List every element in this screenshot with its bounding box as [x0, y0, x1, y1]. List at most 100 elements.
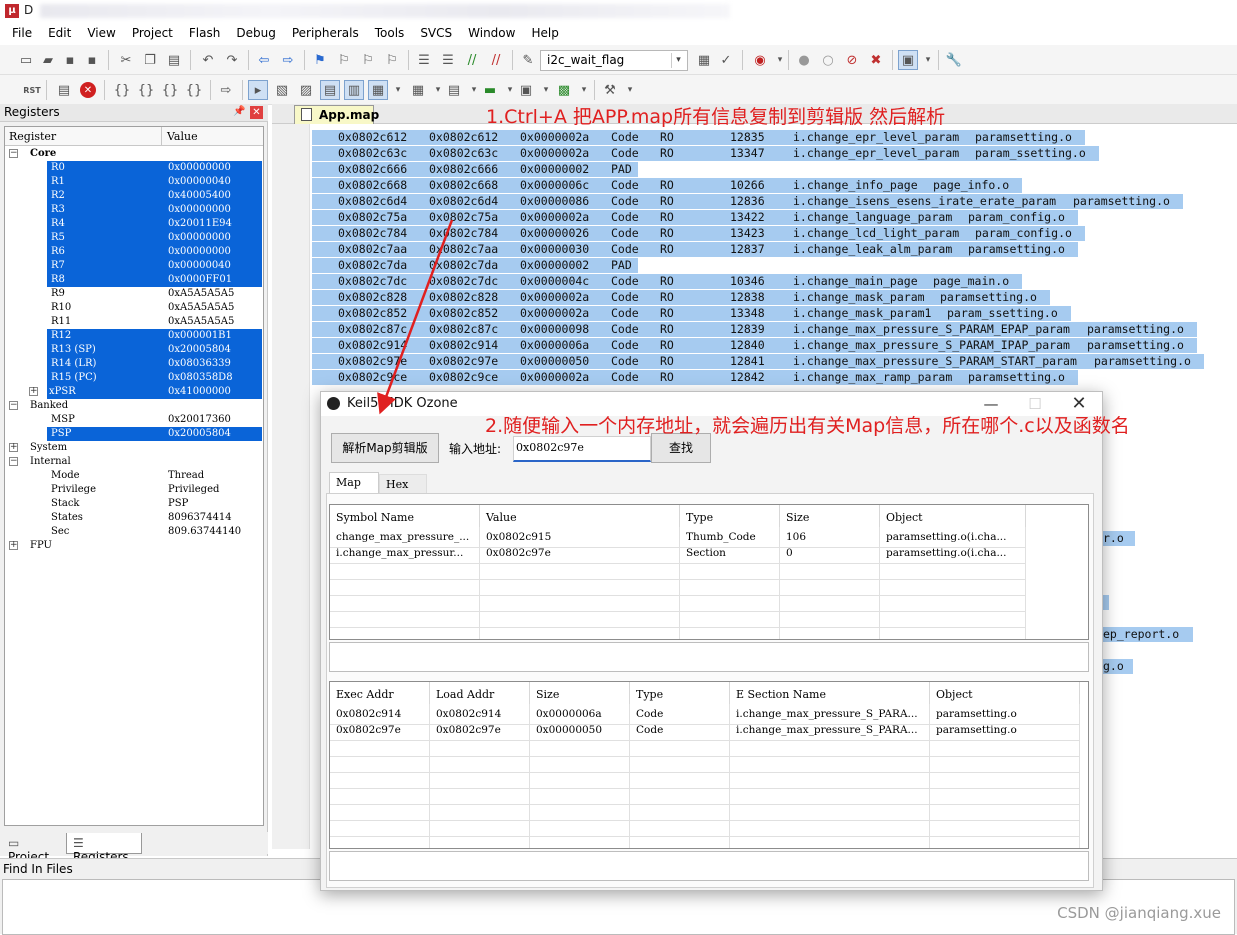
- address-input[interactable]: 0x0802c97e: [513, 436, 651, 462]
- column-header[interactable]: Symbol Name: [330, 505, 480, 527]
- column-header[interactable]: Exec Addr: [330, 682, 430, 704]
- table-cell[interactable]: change_max_pressure_...: [330, 531, 480, 547]
- table-cell[interactable]: paramsetting.o(i.cha...: [880, 531, 1026, 547]
- run-to-cursor-icon[interactable]: {}: [184, 80, 204, 100]
- redo-icon[interactable]: ↷: [222, 50, 242, 70]
- cut-icon[interactable]: ✂: [116, 50, 136, 70]
- expand-icon[interactable]: +: [29, 387, 38, 396]
- find-combo[interactable]: i2c_wait_flag ▾: [540, 50, 688, 71]
- column-header-value[interactable]: Value: [167, 130, 198, 143]
- system-viewer-icon[interactable]: ▩: [554, 80, 574, 100]
- map-line[interactable]: 0x0802c612 0x0802c612 0x0000002a Code RO 1283…: [312, 130, 1085, 145]
- register-row[interactable]: Sec 809.63744140: [5, 525, 263, 539]
- register-row[interactable]: R13 (SP) 0x20005804: [5, 343, 263, 357]
- breakpoint-disable-icon[interactable]: ⊘: [842, 50, 862, 70]
- section-table[interactable]: Exec Addr Load Addr Size Type E Section Name…: [329, 681, 1089, 853]
- pin-icon[interactable]: 📌: [233, 106, 245, 117]
- table-cell[interactable]: Thumb_Code: [680, 531, 780, 547]
- tab-hex[interactable]: Hex: [379, 474, 427, 494]
- map-line[interactable]: 0x0802c6d4 0x0802c6d4 0x00000086 Code RO 1283…: [312, 194, 1183, 209]
- command-window-icon[interactable]: ▸: [248, 80, 268, 100]
- map-line[interactable]: 0x0802c666 0x0802c666 0x00000002 PAD: [312, 162, 638, 177]
- table-cell[interactable]: Code: [630, 708, 730, 724]
- bookmark-icon[interactable]: ⚑: [310, 50, 330, 70]
- parse-map-clipboard-button[interactable]: 解析Map剪辑版: [331, 433, 439, 463]
- collapse-icon[interactable]: −: [9, 401, 18, 410]
- table-cell[interactable]: i.change_max_pressure_S_PARA...: [730, 708, 930, 724]
- register-row[interactable]: PSP 0x20005804: [5, 427, 263, 441]
- table-cell[interactable]: 0: [780, 547, 880, 563]
- table-cell[interactable]: 0x0802c915: [480, 531, 680, 547]
- stop-icon[interactable]: ✕: [80, 82, 96, 98]
- table-cell[interactable]: 0x0802c914: [330, 708, 430, 724]
- menu-item-peripherals[interactable]: Peripherals: [284, 26, 367, 40]
- serial-window-icon[interactable]: ▤: [444, 80, 464, 100]
- symbols-window-icon[interactable]: ▨: [296, 80, 316, 100]
- menu-item-view[interactable]: View: [79, 26, 123, 40]
- tab-project[interactable]: ▭ Project: [2, 833, 64, 864]
- breakpoint-enable-icon[interactable]: ○: [818, 50, 838, 70]
- window-layout-icon[interactable]: ▣: [898, 50, 918, 70]
- collapse-icon[interactable]: −: [9, 457, 18, 466]
- uncomment-icon[interactable]: //: [486, 50, 506, 70]
- memory-window-icon[interactable]: ▦: [408, 80, 428, 100]
- undo-icon[interactable]: ↶: [198, 50, 218, 70]
- table-cell[interactable]: paramsetting.o(i.cha...: [880, 547, 1026, 563]
- show-next-statement-icon[interactable]: ⇨: [216, 80, 236, 100]
- table-cell[interactable]: paramsetting.o: [930, 708, 1080, 724]
- map-line[interactable]: 0x0802c914 0x0802c914 0x0000006a Code RO 1284…: [312, 338, 1197, 353]
- table-cell[interactable]: 0x0802c914: [430, 708, 530, 724]
- column-divider[interactable]: [161, 127, 162, 146]
- register-row[interactable]: States 8096374414: [5, 511, 263, 525]
- debug-session-icon[interactable]: ◉: [750, 50, 770, 70]
- prev-bookmark-icon[interactable]: ⚐: [334, 50, 354, 70]
- menu-item-flash[interactable]: Flash: [181, 26, 228, 40]
- close-icon[interactable]: ✕: [250, 106, 263, 119]
- map-line[interactable]: 0x0802c784 0x0802c784 0x00000026 Code RO 1342…: [312, 226, 1085, 241]
- register-row[interactable]: R8 0x0000FF01: [5, 273, 263, 287]
- column-header[interactable]: Size: [780, 505, 880, 527]
- menu-item-svcs[interactable]: SVCS: [412, 26, 460, 40]
- map-line[interactable]: 0x0802c97e 0x0802c97e 0x00000050 Code RO 1284…: [312, 354, 1204, 369]
- column-header-register[interactable]: Register: [9, 130, 56, 143]
- column-header[interactable]: Type: [630, 682, 730, 704]
- register-row[interactable]: R3 0x00000000: [5, 203, 263, 217]
- register-row[interactable]: R4 0x20011E94: [5, 217, 263, 231]
- register-row[interactable]: R2 0x40005400: [5, 189, 263, 203]
- map-line[interactable]: 0x0802c75a 0x0802c75a 0x0000002a Code RO 1342…: [312, 210, 1078, 225]
- configure-icon[interactable]: 🔧: [944, 50, 964, 70]
- register-row[interactable]: R12 0x000001B1: [5, 329, 263, 343]
- column-header[interactable]: Value: [480, 505, 680, 527]
- register-row[interactable]: Mode Thread: [5, 469, 263, 483]
- menu-item-project[interactable]: Project: [124, 26, 181, 40]
- breakpoint-icon[interactable]: ●: [794, 50, 814, 70]
- find-in-files-icon[interactable]: ✎: [518, 50, 538, 70]
- menu-item-file[interactable]: File: [4, 26, 40, 40]
- map-line[interactable]: 0x0802c63c 0x0802c63c 0x0000002a Code RO 1334…: [312, 146, 1099, 161]
- map-line[interactable]: 0x0802c7aa 0x0802c7aa 0x00000030 Code RO 1283…: [312, 242, 1078, 257]
- register-row[interactable]: + System: [5, 441, 263, 455]
- column-header[interactable]: Object: [880, 505, 1026, 527]
- watch-window-icon[interactable]: ▦: [368, 80, 388, 100]
- table-cell[interactable]: 0x0802c97e: [480, 547, 680, 563]
- register-row[interactable]: MSP 0x20017360: [5, 413, 263, 427]
- tab-map[interactable]: Map: [329, 472, 379, 494]
- registers-window-icon[interactable]: ▤: [320, 80, 340, 100]
- step-out-icon[interactable]: {}: [160, 80, 180, 100]
- find-icon[interactable]: ▦: [694, 50, 714, 70]
- register-row[interactable]: + FPU: [5, 539, 263, 553]
- disassembly-window-icon[interactable]: ▧: [272, 80, 292, 100]
- register-row[interactable]: R1 0x00000040: [5, 175, 263, 189]
- next-bookmark-icon[interactable]: ⚐: [358, 50, 378, 70]
- register-row[interactable]: Privilege Privileged: [5, 483, 263, 497]
- register-row[interactable]: R6 0x00000000: [5, 245, 263, 259]
- register-row[interactable]: − Core: [5, 147, 263, 161]
- map-line[interactable]: 0x0802c668 0x0802c668 0x0000006c Code RO 1026…: [312, 178, 1022, 193]
- save-icon[interactable]: ▪: [60, 50, 80, 70]
- register-row[interactable]: R11 0xA5A5A5A5: [5, 315, 263, 329]
- nav-forward-icon[interactable]: ⇨: [278, 50, 298, 70]
- collapse-icon[interactable]: −: [9, 149, 18, 158]
- clear-bookmarks-icon[interactable]: ⚐: [382, 50, 402, 70]
- symbol-table[interactable]: Symbol Name Value Type Size Object change_max…: [329, 504, 1089, 640]
- new-file-icon[interactable]: ▭: [16, 50, 36, 70]
